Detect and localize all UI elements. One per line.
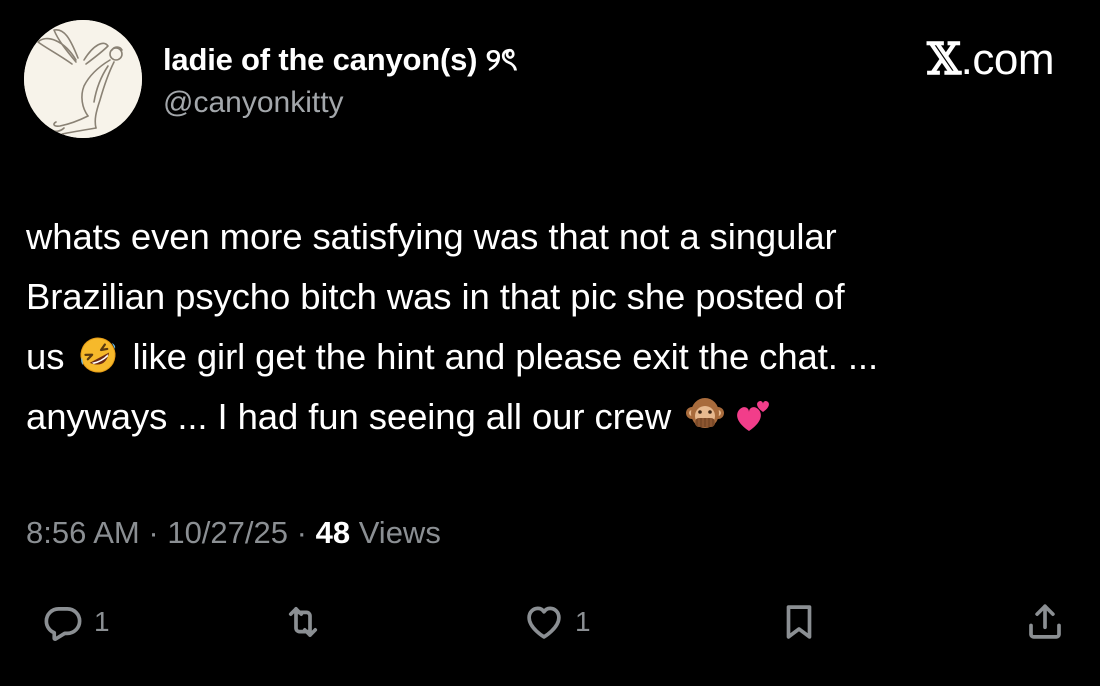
x-logo-letter: 𝕏	[927, 34, 961, 85]
tweet-time[interactable]: 8:56 AM	[26, 515, 140, 550]
avatar[interactable]	[24, 20, 142, 138]
reply-count: 1	[94, 606, 110, 637]
tweet-meta: 8:56 AM · 10/27/25 · 48 Views	[26, 515, 441, 551]
watermark-domain: .com	[960, 35, 1055, 84]
action-bar: 1 1	[0, 598, 1100, 650]
views-count[interactable]: 48	[316, 515, 350, 550]
retweet-icon	[288, 607, 318, 637]
tweet-line-4: anyways ... I had fun seeing all our cre…	[26, 387, 1076, 447]
reply-icon	[44, 607, 82, 641]
tweet-text: whats even more satisfying was that not …	[26, 207, 1076, 447]
two-hearts-emoji	[733, 395, 773, 435]
meta-separator: ·	[148, 515, 159, 550]
tweet-line-3-start: us	[26, 336, 65, 377]
display-name[interactable]: ladie of the canyon(s) ୨ৎ	[163, 36, 517, 88]
bookmark-button[interactable]	[778, 598, 820, 646]
like-button[interactable]: 1	[523, 598, 591, 646]
share-icon	[1029, 604, 1061, 639]
tweet-card: ladie of the canyon(s) ୨ৎ @canyonkitty 𝕏…	[0, 0, 1100, 686]
reply-button[interactable]: 1	[42, 598, 110, 646]
like-icon	[527, 606, 561, 639]
like-count: 1	[575, 606, 591, 637]
rolling-on-floor-laughing-emoji	[78, 335, 118, 375]
fairy-drawing-icon	[24, 20, 142, 138]
views-label[interactable]: Views	[359, 515, 441, 550]
tweet-line-2: Brazilian psycho bitch was in that pic s…	[26, 276, 845, 317]
tweet-line-4-text: anyways ... I had fun seeing all our cre…	[26, 396, 672, 437]
speak-no-evil-monkey-emoji	[685, 395, 725, 435]
bookmark-icon	[786, 605, 812, 639]
tweet-date[interactable]: 10/27/25	[167, 515, 288, 550]
retweet-button[interactable]	[282, 598, 324, 646]
tweet-line-3: us like girl get the hint and please exi…	[26, 327, 1076, 387]
user-handle[interactable]: @canyonkitty	[163, 86, 344, 120]
x-com-watermark: 𝕏.com	[927, 34, 1055, 85]
tweet-line-3-end: like girl get the hint and please exit t…	[132, 336, 878, 377]
meta-separator: ·	[296, 515, 307, 550]
tweet-line-1: whats even more satisfying was that not …	[26, 216, 837, 257]
share-button[interactable]	[1024, 598, 1066, 646]
